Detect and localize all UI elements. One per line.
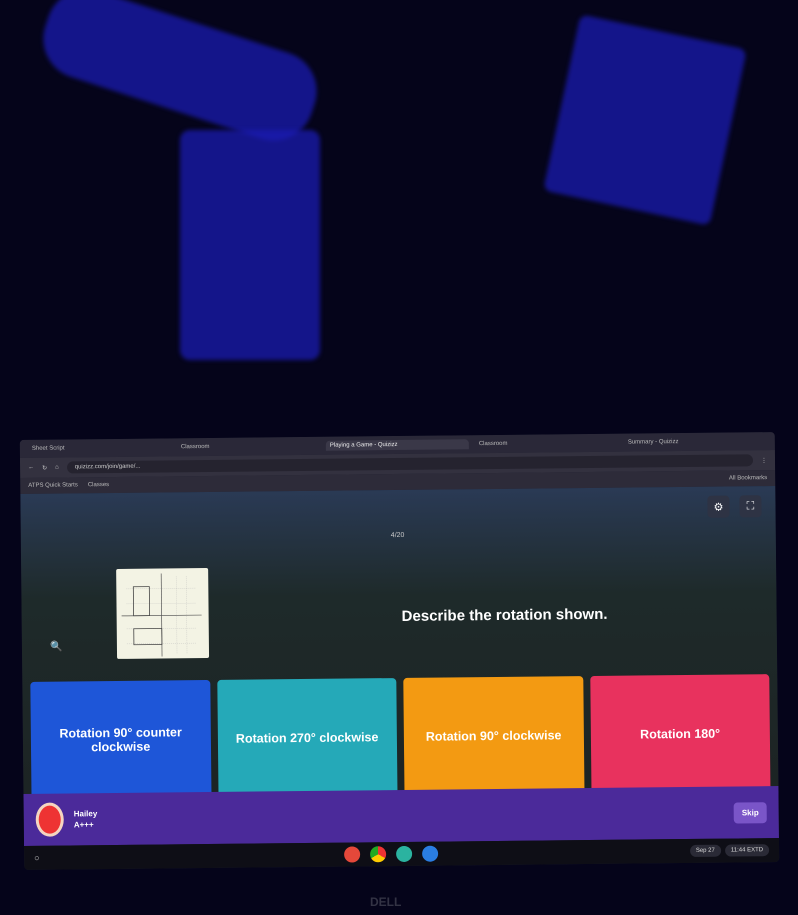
laptop-screen: Sheet Script Classroom Playing a Game - … — [19, 432, 780, 870]
background-object — [32, 0, 328, 152]
fullscreen-icon[interactable]: ⛶ — [739, 495, 762, 518]
bookmark[interactable]: Classes — [88, 482, 109, 488]
player-bar: Hailey A+++ Skip — [23, 786, 779, 846]
dell-logo: DELL — [370, 895, 402, 909]
chrome-icon[interactable] — [370, 846, 387, 863]
browser-tab[interactable]: Classroom — [475, 438, 618, 449]
background-object — [180, 130, 320, 360]
app-icon[interactable] — [344, 846, 361, 863]
answer-option-4[interactable]: Rotation 180° — [589, 674, 771, 795]
background-object — [543, 14, 747, 226]
shelf-time[interactable]: 11:44 EXTD — [724, 844, 770, 857]
question-image[interactable] — [116, 567, 210, 659]
bookmark[interactable]: ATPS Quick Starts — [28, 482, 78, 489]
browser-tab[interactable]: Classroom — [177, 441, 320, 452]
quiz-area: ⚙ ⛶ 4/20 🔍 Describe the rotation shown. R… — [20, 486, 779, 846]
skip-button[interactable]: Skip — [733, 801, 767, 824]
question-text: Describe the rotation shown. — [401, 605, 608, 625]
browser-tab[interactable]: Sheet Script — [28, 442, 171, 453]
player-rank: A+++ — [73, 820, 94, 830]
settings-icon[interactable]: ⚙ — [707, 495, 730, 518]
back-icon[interactable]: ← — [28, 465, 34, 471]
zoom-icon[interactable]: 🔍 — [50, 642, 63, 653]
answer-option-3[interactable]: Rotation 90° clockwise — [403, 676, 585, 796]
launcher-icon[interactable]: ○ — [34, 853, 40, 863]
menu-icon[interactable]: ⋮ — [761, 457, 767, 464]
question-counter: 4/20 — [390, 531, 405, 540]
avatar — [35, 802, 64, 837]
home-icon[interactable]: ⌂ — [55, 465, 59, 471]
answer-option-1[interactable]: Rotation 90° counter clockwise — [30, 679, 212, 800]
all-bookmarks[interactable]: All Bookmarks — [729, 475, 767, 481]
player-name: Hailey — [73, 809, 98, 819]
browser-tab[interactable]: Summary - Quizizz — [624, 436, 767, 447]
shelf-date[interactable]: Sep 27 — [689, 844, 721, 857]
rotation-graph — [121, 573, 202, 657]
camera-icon[interactable] — [422, 845, 439, 862]
answer-option-2[interactable]: Rotation 270° clockwise — [216, 678, 398, 798]
reload-icon[interactable]: ↻ — [42, 464, 47, 471]
answer-options: Rotation 90° counter clockwise Rotation … — [30, 674, 771, 800]
app-icon[interactable] — [396, 845, 413, 863]
browser-tab-active[interactable]: Playing a Game - Quizizz — [325, 439, 469, 451]
